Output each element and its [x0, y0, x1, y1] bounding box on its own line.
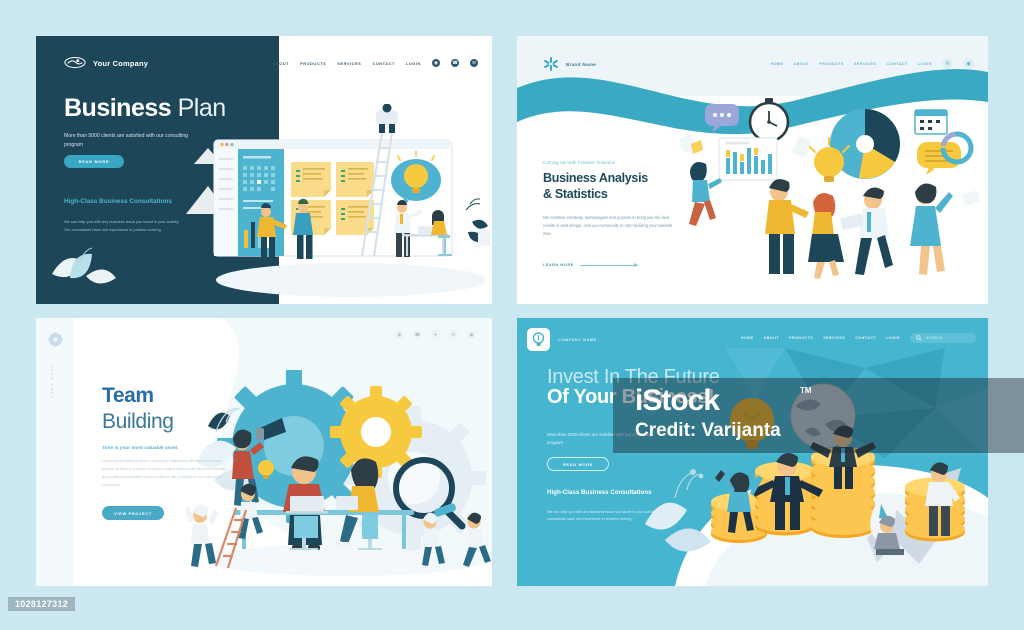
watermark-tm: TM	[800, 386, 812, 395]
pin-icon[interactable]: ●	[431, 330, 440, 339]
nav-item-products[interactable]: PRODUCTS	[300, 61, 326, 66]
nav-item-about[interactable]: ABOUT	[272, 61, 289, 66]
logo-invest-future[interactable]: COMPANY NAME	[527, 328, 597, 351]
nav-item-services[interactable]: SERVICES	[337, 61, 361, 66]
chat-icon[interactable]: ▣	[467, 330, 476, 339]
search-icon	[916, 335, 922, 341]
template-card-team-building[interactable]: TEAM WORK ◉ ☎ ● ✉ ▣ Team Building Time i…	[36, 318, 492, 586]
illustration-business-analysis	[679, 98, 980, 279]
nav-item-about[interactable]: ABOUT	[794, 62, 810, 66]
illustration-business-plan	[186, 104, 490, 297]
title-light: Plan	[177, 94, 227, 122]
read-more-button[interactable]: READ MORE	[547, 457, 609, 471]
globe-icon[interactable]: ◉	[432, 59, 440, 67]
asterisk-logo-icon	[544, 57, 558, 71]
page-title-business-plan: Business Plan	[64, 94, 226, 123]
main-nav-business-plan[interactable]: ABOUT PRODUCTS SERVICES CONTACT LOGIN ◉ …	[272, 59, 478, 67]
view-project-button[interactable]: VIEW PROJECT	[102, 506, 164, 520]
learn-more-link[interactable]: LEARN MORE	[543, 262, 638, 267]
nav-item-login[interactable]: LOGIN	[918, 62, 932, 66]
title-line-2: & Statistics	[543, 186, 608, 201]
nav-item-home[interactable]: HOME	[771, 62, 784, 66]
section-title: High-Class Business Consultations	[64, 198, 172, 205]
hero-subtitle: More than 5000 clients are satisfied wit…	[64, 133, 189, 148]
logo-text: COMPANY NAME	[558, 337, 597, 342]
left-rail	[36, 318, 74, 586]
main-nav-business-analysis[interactable]: HOME ABOUT PRODUCTS SERVICES CONTACT LOG…	[771, 58, 974, 69]
image-id-label: 1028127312	[8, 597, 76, 611]
watermark-credit: Credit: Varijanta	[635, 420, 781, 441]
logo-badge	[527, 328, 550, 351]
main-nav-invest-future[interactable]: HOME ABOUT PRODUCTS SERVICES CONTACT LOG…	[741, 333, 976, 343]
nav-item-home[interactable]: HOME	[741, 336, 754, 340]
learn-more-label: LEARN MORE	[543, 263, 574, 267]
mail-icon[interactable]: ✉	[449, 330, 458, 339]
search-placeholder: SEARCH	[926, 336, 943, 340]
globe-icon[interactable]: ◉	[395, 330, 404, 339]
nav-item-contact[interactable]: CONTACT	[855, 336, 876, 340]
logo-team-building[interactable]	[48, 332, 63, 352]
tagline: Time is your most valuable asset.	[102, 446, 179, 451]
template-card-business-plan[interactable]: Your Company ABOUT PRODUCTS SERVICES CON…	[36, 36, 492, 304]
vertical-label: TEAM WORK	[50, 366, 54, 400]
section-body: We can help you with any business issue …	[547, 510, 664, 522]
hero-body: Lorem ipsum dolor sit amet, consectetur …	[102, 459, 226, 487]
page-title-building: Building	[102, 410, 174, 433]
page-title-team: Team	[102, 384, 154, 407]
company-logo-icon	[64, 56, 86, 69]
mail-icon[interactable]: ✉	[470, 59, 478, 67]
logo-business-analysis[interactable]: Brand Name	[543, 56, 596, 72]
watermark-brand: iStock	[635, 384, 720, 417]
template-card-business-analysis[interactable]: Brand Name HOME ABOUT PRODUCTS SERVICES …	[517, 36, 988, 304]
user-icon[interactable]: ◉	[963, 58, 974, 69]
nav-item-contact[interactable]: CONTACT	[372, 61, 395, 66]
phone-icon[interactable]: ☎	[451, 59, 459, 67]
logo-text: Brand Name	[566, 61, 597, 67]
search-icon[interactable]: ⚲	[942, 58, 953, 69]
nav-item-products[interactable]: PRODUCTS	[789, 336, 813, 340]
page-title-business-analysis: Business Analysis & Statistics	[543, 171, 713, 202]
flower-logo-icon	[48, 332, 63, 347]
nav-item-login[interactable]: LOGIN	[406, 61, 421, 66]
hero-body: We combine creativity, technologies and …	[543, 215, 673, 236]
title-bold: Business	[64, 94, 172, 122]
nav-item-services[interactable]: SERVICES	[823, 336, 845, 340]
nav-item-contact[interactable]: CONTACT	[887, 62, 908, 66]
nav-item-services[interactable]: SERVICES	[854, 62, 877, 66]
icon-nav-team-building[interactable]: ◉ ☎ ● ✉ ▣	[395, 330, 476, 339]
arrow-right-icon	[579, 262, 638, 267]
search-input[interactable]: SEARCH	[910, 333, 976, 343]
section-title: High-Class Business Consultations	[547, 489, 652, 496]
logo-text: Your Company	[93, 58, 149, 68]
section-body: We can help you with any business issue …	[64, 219, 180, 232]
phone-icon[interactable]: ☎	[413, 330, 422, 339]
screenshot-canvas: Your Company ABOUT PRODUCTS SERVICES CON…	[0, 0, 1024, 630]
nav-item-about[interactable]: ABOUT	[764, 336, 779, 340]
eyebrow-text: Coming Up With Creative Solutions	[543, 160, 615, 165]
istock-watermark: iStock TM Credit: Varijanta	[613, 378, 1024, 453]
nav-item-login[interactable]: LOGIN	[886, 336, 900, 340]
logo-business-plan[interactable]: Your Company	[64, 56, 148, 70]
lightbulb-icon	[532, 332, 545, 346]
title-line-1: Business Analysis	[543, 171, 648, 185]
nav-item-products[interactable]: PRODUCTS	[819, 62, 844, 66]
read-more-button[interactable]: READ MORE	[64, 155, 124, 168]
